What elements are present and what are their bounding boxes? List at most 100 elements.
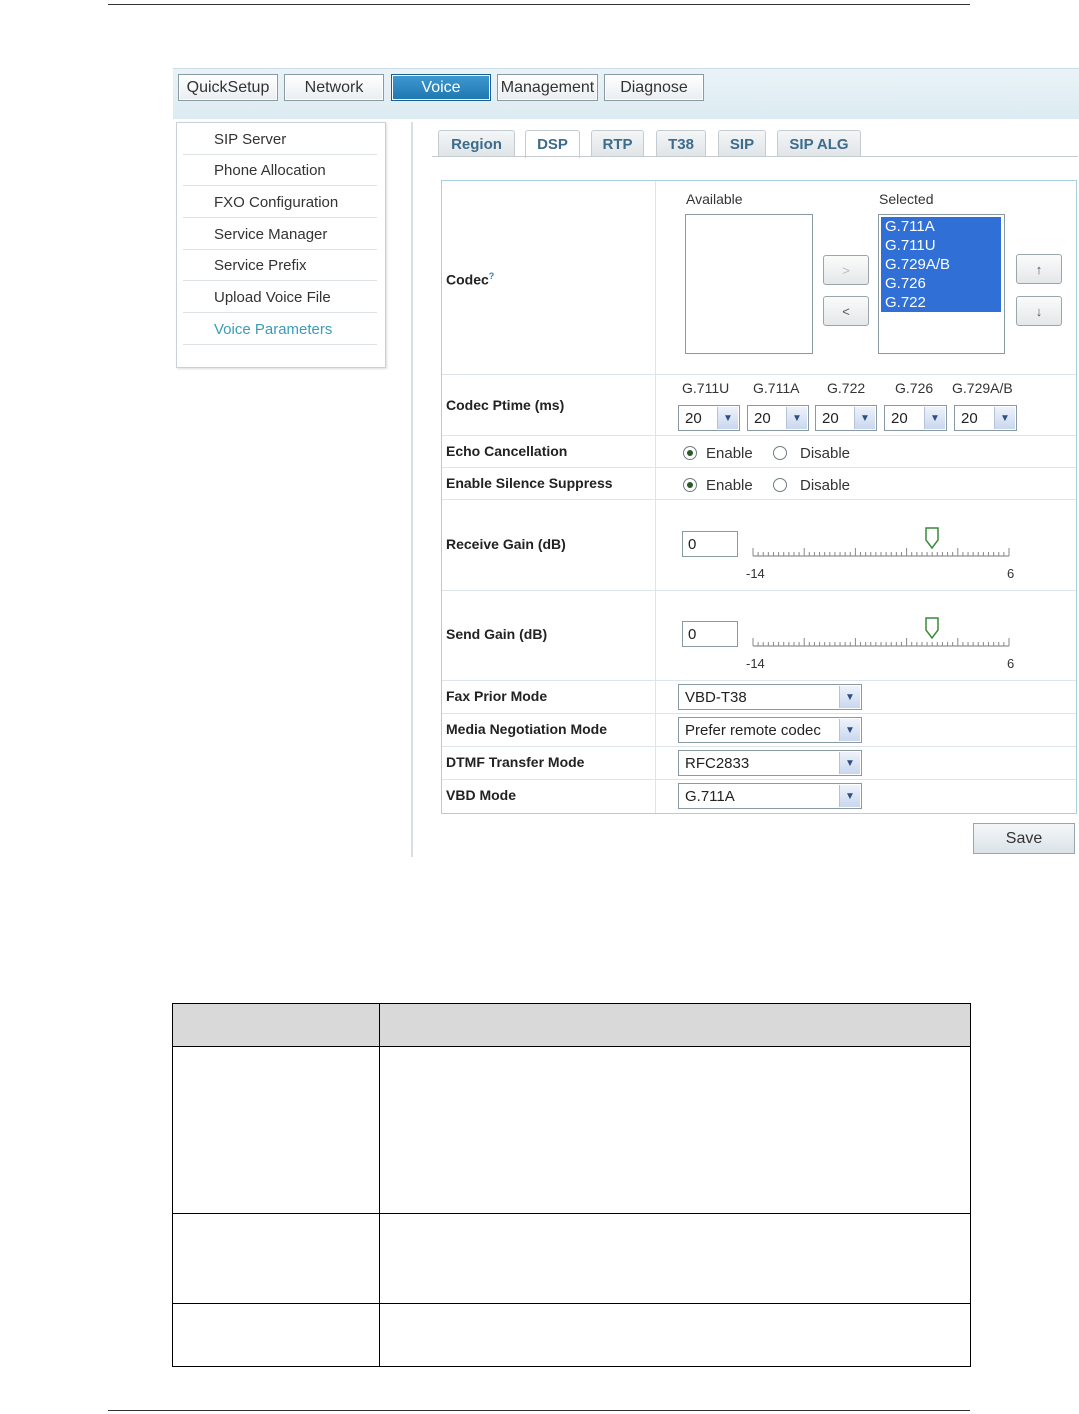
echo-enable-radio[interactable] <box>683 446 697 460</box>
sidebar-item-sip-server[interactable]: SIP Server <box>183 124 377 155</box>
row-divider <box>442 779 1076 780</box>
ptime-g711a-select[interactable]: 20 ▼ <box>747 405 809 431</box>
tab-rtp[interactable]: RTP <box>591 130 644 157</box>
page-bottom-rule <box>108 1410 970 1411</box>
table-cell <box>379 1303 971 1367</box>
row-divider <box>442 590 1076 591</box>
selected-codecs-list[interactable]: G.711A G.711U G.729A/B G.726 G.722 <box>878 214 1005 354</box>
send-gain-label: Send Gain (dB) <box>446 626 548 642</box>
ptime-g711u-select[interactable]: 20 ▼ <box>678 405 740 431</box>
ptime-codec-label: G.729A/B <box>952 380 1013 396</box>
selected-codec-option[interactable]: G.729A/B <box>881 255 1001 274</box>
chevron-down-icon: ▼ <box>994 407 1015 429</box>
select-value: 20 <box>754 409 771 427</box>
tab-sip[interactable]: SIP <box>718 130 766 157</box>
table-header-cell <box>172 1003 380 1047</box>
available-codecs-list[interactable] <box>685 214 813 354</box>
table-row <box>172 1046 971 1214</box>
media-negotiation-select[interactable]: Prefer remote codec ▼ <box>678 717 862 743</box>
silence-disable-radio[interactable] <box>773 478 787 492</box>
send-gain-max: 6 <box>1007 656 1015 671</box>
chevron-down-icon: ▼ <box>854 407 875 429</box>
menu-network-button[interactable]: Network <box>284 74 384 101</box>
save-button[interactable]: Save <box>973 823 1075 854</box>
parameter-table <box>172 1003 971 1367</box>
tab-t38[interactable]: T38 <box>656 130 706 157</box>
sidebar-item-voice-parameters[interactable]: Voice Parameters <box>183 314 377 345</box>
tab-sip-alg[interactable]: SIP ALG <box>777 130 861 157</box>
row-divider <box>442 499 1076 500</box>
table-header-cell <box>379 1003 971 1047</box>
sidebar-item-phone-allocation[interactable]: Phone Allocation <box>183 155 377 186</box>
table-cell <box>172 1213 380 1304</box>
sidebar-item-service-prefix[interactable]: Service Prefix <box>183 250 377 281</box>
select-value: 20 <box>822 409 839 427</box>
selected-codec-option[interactable]: G.726 <box>881 274 1001 293</box>
top-menu-bar: QuickSetup Network Voice Management Diag… <box>173 68 1079 119</box>
silence-disable-label: Disable <box>800 477 851 494</box>
menu-diagnose-button[interactable]: Diagnose <box>604 74 704 101</box>
row-divider <box>442 467 1076 468</box>
chevron-down-icon: ▼ <box>924 407 945 429</box>
silence-enable-radio[interactable] <box>683 478 697 492</box>
move-down-button[interactable]: ↓ <box>1016 296 1062 326</box>
menu-voice-button[interactable]: Voice <box>391 74 491 101</box>
row-divider <box>442 746 1076 747</box>
chevron-down-icon: ▼ <box>839 752 860 774</box>
echo-disable-radio[interactable] <box>773 446 787 460</box>
table-cell <box>172 1303 380 1367</box>
receive-gain-slider[interactable] <box>752 526 1012 558</box>
chevron-down-icon: ▼ <box>839 785 860 807</box>
echo-enable-label: Enable <box>706 445 753 462</box>
receive-gain-min: -14 <box>746 566 765 581</box>
row-divider <box>442 374 1076 375</box>
ptime-g726-select[interactable]: 20 ▼ <box>884 405 947 431</box>
menu-management-button[interactable]: Management <box>497 74 598 101</box>
selected-codec-option[interactable]: G.722 <box>881 293 1001 312</box>
vbd-mode-select[interactable]: G.711A ▼ <box>678 783 862 809</box>
tab-region[interactable]: Region <box>438 130 515 157</box>
select-value: VBD-T38 <box>685 688 747 706</box>
fax-prior-mode-select[interactable]: VBD-T38 ▼ <box>678 684 862 710</box>
selected-label: Selected <box>879 191 934 207</box>
selected-codec-option[interactable]: G.711U <box>881 236 1001 255</box>
chevron-down-icon: ▼ <box>717 407 738 429</box>
silence-enable-label: Enable <box>706 477 753 494</box>
tabs-baseline <box>432 156 1078 157</box>
fax-prior-mode-label: Fax Prior Mode <box>446 688 548 704</box>
sidebar-item-fxo-configuration[interactable]: FXO Configuration <box>183 187 377 218</box>
tab-dsp[interactable]: DSP <box>525 130 580 158</box>
row-divider <box>442 435 1076 436</box>
page-top-rule <box>108 4 970 5</box>
table-cell <box>172 1046 380 1214</box>
ptime-g722-select[interactable]: 20 ▼ <box>815 405 877 431</box>
dtmf-transfer-select[interactable]: RFC2833 ▼ <box>678 750 862 776</box>
send-gain-input[interactable]: 0 <box>682 621 738 647</box>
receive-gain-max: 6 <box>1007 566 1015 581</box>
help-icon[interactable]: ? <box>489 271 495 281</box>
ptime-codec-label: G.722 <box>827 380 866 396</box>
select-value: Prefer remote codec <box>685 721 821 739</box>
sidebar-item-upload-voice-file[interactable]: Upload Voice File <box>183 282 377 313</box>
remove-codec-button[interactable]: < <box>823 296 869 326</box>
echo-disable-label: Disable <box>800 445 851 462</box>
add-codec-button[interactable]: > <box>823 255 869 285</box>
ptime-g729-select[interactable]: 20 ▼ <box>954 405 1017 431</box>
silence-suppress-label: Enable Silence Suppress <box>446 475 613 491</box>
send-gain-slider[interactable] <box>752 616 1012 648</box>
echo-cancellation-label: Echo Cancellation <box>446 443 568 459</box>
move-up-button[interactable]: ↑ <box>1016 254 1062 284</box>
select-value: 20 <box>891 409 908 427</box>
row-divider <box>442 680 1076 681</box>
chevron-down-icon: ▼ <box>786 407 807 429</box>
chevron-down-icon: ▼ <box>839 686 860 708</box>
selected-codec-option[interactable]: G.711A <box>881 217 1001 236</box>
menu-quicksetup-button[interactable]: QuickSetup <box>178 74 278 101</box>
sidebar-item-service-manager[interactable]: Service Manager <box>183 219 377 250</box>
codec-label: Codec? <box>446 271 495 288</box>
receive-gain-label: Receive Gain (dB) <box>446 536 566 552</box>
send-gain-min: -14 <box>746 656 765 671</box>
receive-gain-input[interactable]: 0 <box>682 531 738 557</box>
dtmf-transfer-label: DTMF Transfer Mode <box>446 754 585 770</box>
table-cell <box>379 1213 971 1304</box>
